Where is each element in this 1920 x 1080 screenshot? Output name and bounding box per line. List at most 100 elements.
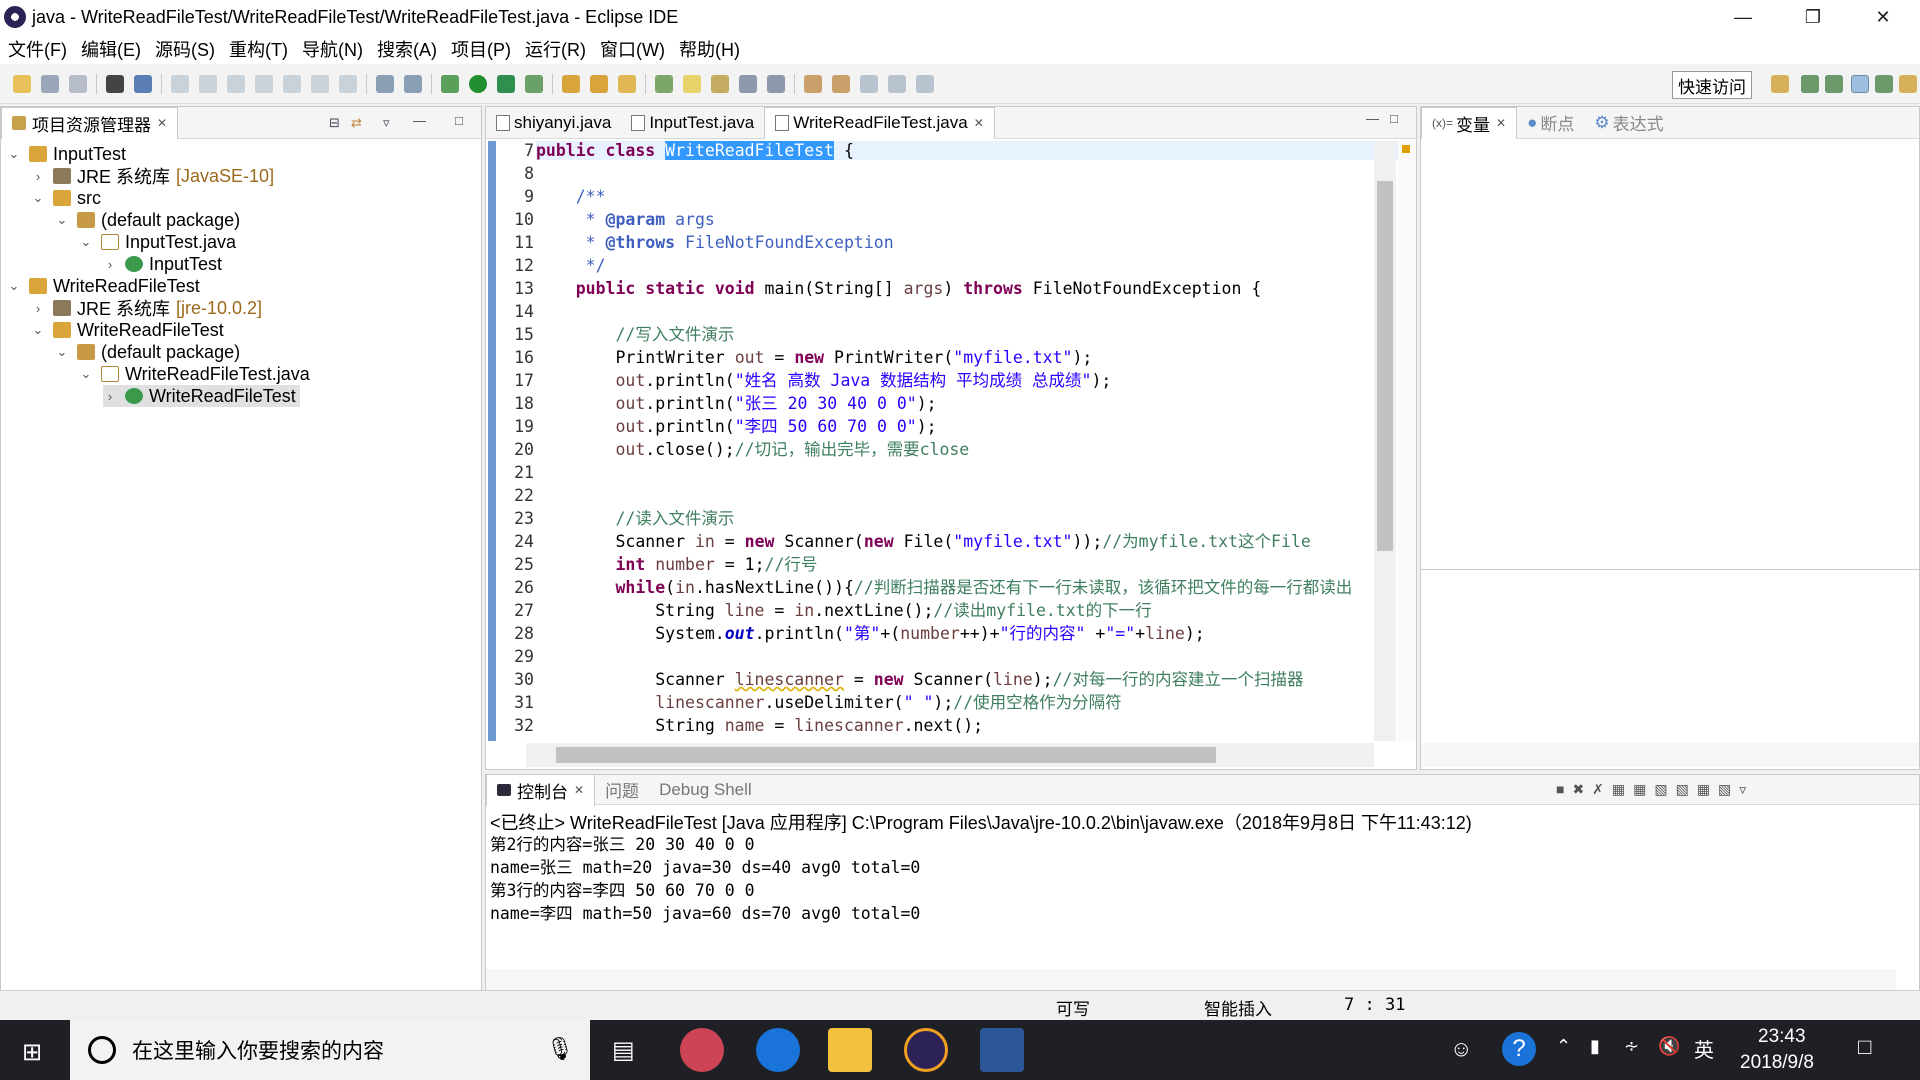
tab-expressions[interactable]: ⚙ 表达式 — [1584, 107, 1673, 139]
notification-icon[interactable]: □ — [1858, 1034, 1871, 1060]
tree-item[interactable]: ⌄ WriteReadFileTest — [31, 319, 224, 341]
resume-icon[interactable] — [171, 74, 189, 93]
ime-indicator[interactable]: 英 — [1694, 1034, 1714, 1063]
view-menu-icon[interactable]: ▿ — [383, 115, 390, 131]
eclipse-taskbar-icon[interactable] — [904, 1028, 948, 1072]
close-icon[interactable]: ✕ — [574, 783, 584, 797]
next-annotation-icon[interactable] — [804, 74, 822, 93]
menu-search[interactable]: 搜索(A) — [377, 36, 437, 62]
git-perspective-icon[interactable] — [1875, 75, 1893, 93]
minimize-button[interactable]: — — [1708, 0, 1778, 34]
disconnect-icon[interactable] — [255, 74, 273, 93]
save-all-icon[interactable] — [69, 74, 87, 93]
app-icon[interactable] — [680, 1028, 724, 1072]
file-explorer-icon[interactable] — [828, 1028, 872, 1072]
step-over-icon[interactable] — [311, 74, 329, 93]
tab-console[interactable]: 控制台 ✕ — [486, 773, 596, 806]
maximize-view-icon[interactable]: □ — [455, 113, 463, 128]
menu-source[interactable]: 源码(S) — [155, 36, 215, 62]
console-output[interactable]: 第2行的内容=张三 20 30 40 0 0 name=张三 math=20 j… — [486, 833, 1906, 963]
java-perspective-icon[interactable] — [1801, 75, 1819, 93]
tree-item[interactable]: ⌄ InputTest.java — [79, 231, 237, 253]
coverage-icon[interactable] — [497, 74, 515, 93]
debug-icon[interactable] — [106, 74, 124, 93]
editor-vertical-scrollbar[interactable] — [1374, 141, 1396, 741]
tab-shiyanyi[interactable]: shiyanyi.java — [486, 107, 621, 139]
taskbar-search-box[interactable]: 在这里输入你要搜索的内容 🎙 — [70, 1020, 590, 1080]
search-icon[interactable] — [711, 74, 729, 93]
tab-variables[interactable]: (x)= 变量 ✕ — [1421, 106, 1518, 139]
clock-date[interactable]: 2018/9/8 — [1740, 1052, 1814, 1074]
editor-horizontal-scrollbar[interactable] — [526, 743, 1374, 767]
run-icon[interactable] — [469, 74, 487, 93]
tree-item[interactable]: ⌄ WriteReadFileTest — [7, 275, 200, 297]
people-icon[interactable]: ☺ — [1450, 1036, 1472, 1062]
drop-to-frame-icon[interactable] — [376, 74, 394, 93]
tab-project-explorer[interactable]: 项目资源管理器 ✕ — [1, 106, 179, 139]
windows-start-icon[interactable]: ⊞ — [22, 1038, 42, 1067]
toggle-mark-icon[interactable] — [683, 74, 701, 93]
step-into-icon[interactable] — [283, 74, 301, 93]
tree-item[interactable]: › InputTest — [103, 253, 222, 275]
suspend-icon[interactable] — [199, 74, 217, 93]
tab-problems[interactable]: 问题 — [595, 774, 649, 806]
word-icon[interactable] — [980, 1028, 1024, 1072]
minimize-view-icon[interactable]: — — [1366, 111, 1379, 126]
menu-refactor[interactable]: 重构(T) — [229, 36, 288, 62]
external-tools-icon[interactable] — [525, 74, 543, 93]
maximize-button[interactable]: ❐ — [1778, 0, 1848, 34]
open-perspective-icon[interactable] — [1771, 75, 1789, 93]
link-editor-icon[interactable]: ⇄ — [351, 115, 362, 131]
tab-inputtest[interactable]: InputTest.java — [621, 107, 764, 139]
open-type-icon[interactable] — [655, 74, 673, 93]
clock-time[interactable]: 23:43 — [1758, 1026, 1806, 1048]
toggle-block-icon[interactable] — [739, 74, 757, 93]
tab-writereadfiletest[interactable]: WriteReadFileTest.java ✕ — [764, 106, 995, 139]
debug-run-icon[interactable] — [441, 74, 459, 93]
java-ee-perspective-icon[interactable] — [1825, 75, 1843, 93]
minimize-view-icon[interactable]: — — [413, 113, 426, 128]
tree-item[interactable]: ⌄ (default package) — [55, 341, 241, 363]
menu-project[interactable]: 项目(P) — [451, 36, 511, 62]
step-return-icon[interactable] — [339, 74, 357, 93]
forward-icon[interactable] — [916, 74, 934, 93]
console-toolbar-icons[interactable]: ■✖✗▦▦▧▧▦▧▿ — [1556, 781, 1754, 798]
terminate-icon[interactable] — [227, 74, 245, 93]
use-step-filters-icon[interactable] — [404, 74, 422, 93]
debug-perspective-icon[interactable] — [1851, 75, 1869, 93]
menu-help[interactable]: 帮助(H) — [679, 36, 740, 62]
collapse-all-icon[interactable]: ⊟ — [329, 115, 340, 131]
network-icon[interactable]: ∻ — [1624, 1036, 1639, 1057]
menu-navigate[interactable]: 导航(N) — [302, 36, 363, 62]
battery-icon[interactable]: ▮ — [1590, 1036, 1600, 1057]
resource-perspective-icon[interactable] — [1899, 75, 1917, 93]
menu-window[interactable]: 窗口(W) — [600, 36, 665, 62]
save-icon[interactable] — [41, 74, 59, 93]
tree-item[interactable]: ⌄ InputTest — [7, 143, 127, 165]
close-icon[interactable]: ✕ — [1496, 116, 1506, 130]
help-icon[interactable]: ? — [1502, 1032, 1536, 1066]
tree-item[interactable]: ⌄ WriteReadFileTest.java — [79, 363, 310, 385]
last-edit-icon[interactable] — [860, 74, 878, 93]
scroll-thumb[interactable] — [1377, 181, 1393, 551]
tree-item-selected[interactable]: › WriteReadFileTest — [103, 385, 300, 407]
tree-item[interactable]: ⌄ src — [31, 187, 101, 209]
tab-debug-shell[interactable]: Debug Shell — [649, 774, 762, 806]
tree-item[interactable]: › JRE 系统库 [jre-10.0.2] — [31, 297, 262, 320]
previous-annotation-icon[interactable] — [832, 74, 850, 93]
variables-scrollbar[interactable] — [1421, 743, 1919, 767]
code-area[interactable]: public class WriteReadFileTest { /** * @… — [534, 141, 1419, 741]
tree-item[interactable]: › JRE 系统库 [JavaSE-10] — [31, 165, 274, 188]
new-java-project-icon[interactable] — [562, 74, 580, 93]
back-icon[interactable] — [888, 74, 906, 93]
microphone-icon[interactable]: 🎙 — [546, 1036, 574, 1062]
new-package-icon[interactable] — [590, 74, 608, 93]
volume-icon[interactable]: 🔇 — [1658, 1036, 1680, 1057]
console-horizontal-scrollbar[interactable] — [486, 969, 1896, 991]
scroll-thumb[interactable] — [556, 747, 1216, 763]
edge-icon[interactable] — [756, 1028, 800, 1072]
new-icon[interactable] — [13, 74, 31, 93]
maximize-view-icon[interactable]: □ — [1390, 111, 1398, 126]
chevron-up-icon[interactable]: ⌃ — [1556, 1036, 1571, 1057]
close-icon[interactable]: ✕ — [157, 116, 167, 130]
